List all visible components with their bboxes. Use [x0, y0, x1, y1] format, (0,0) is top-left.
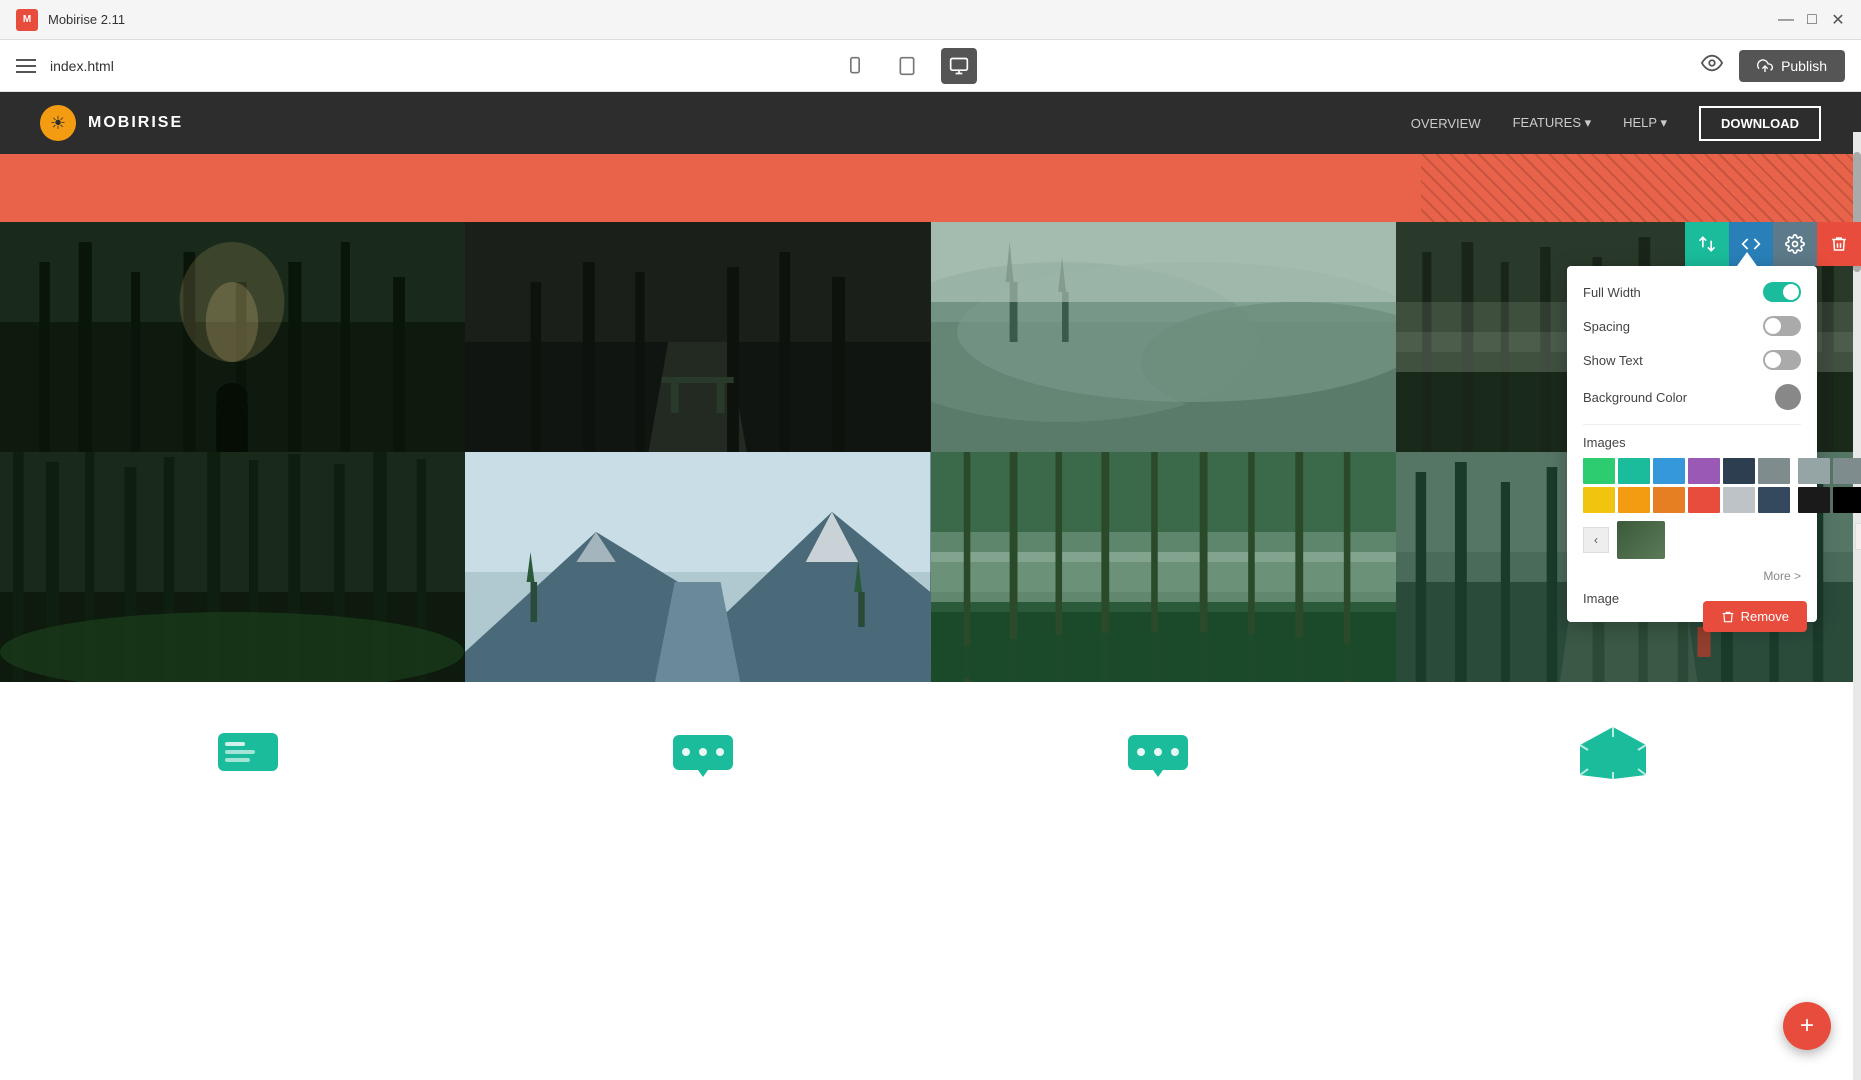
color-swatch[interactable] [1833, 487, 1861, 513]
color-swatch[interactable] [1688, 458, 1720, 484]
color-swatch[interactable] [1653, 487, 1685, 513]
gallery-image-2 [465, 222, 930, 452]
spacing-toggle[interactable] [1763, 316, 1801, 336]
gallery-cell-1 [0, 222, 465, 452]
remove-button[interactable]: Remove [1703, 601, 1807, 632]
more-colors-link[interactable]: More > [1583, 569, 1801, 583]
site-logo: MOBIRISE [40, 105, 183, 141]
bg-color-swatch[interactable] [1775, 384, 1801, 410]
site-nav-links: OVERVIEW FEATURES ▾ HELP ▾ DOWNLOAD [1411, 106, 1821, 141]
window-controls: — □ ✕ [1779, 13, 1845, 27]
color-swatch[interactable] [1618, 458, 1650, 484]
full-width-row: Full Width [1583, 282, 1801, 302]
color-input-row: ‹ [1583, 521, 1790, 559]
website-frame: MOBIRISE OVERVIEW FEATURES ▾ HELP ▾ DOWN… [0, 92, 1861, 1080]
bg-color-label: Background Color [1583, 390, 1687, 405]
spacing-label: Spacing [1583, 319, 1630, 334]
color-swatch[interactable] [1583, 487, 1615, 513]
bottom-section [0, 682, 1861, 822]
images-section-label: Images [1583, 435, 1801, 450]
add-section-button[interactable]: + [1783, 1002, 1831, 1050]
gallery-cell-3 [931, 222, 1396, 452]
icon-block-2 [668, 727, 738, 777]
toolbar-right: Publish [1701, 50, 1845, 82]
gallery-image-5 [0, 452, 465, 682]
color-swatch[interactable] [1798, 458, 1830, 484]
orange-stripe-pattern [1421, 154, 1861, 222]
color-swatch[interactable] [1758, 458, 1790, 484]
publish-button[interactable]: Publish [1739, 50, 1845, 82]
color-swatch[interactable] [1583, 458, 1615, 484]
color-prev-button[interactable]: ‹ [1583, 527, 1609, 553]
settings-button[interactable] [1773, 222, 1817, 266]
orange-section [0, 154, 1861, 222]
color-preview-thumb [1617, 521, 1665, 559]
toolbar: index.html Publish [0, 40, 1861, 92]
spacing-knob [1765, 318, 1781, 334]
divider-1 [1583, 424, 1801, 425]
gallery-image-3 [931, 222, 1396, 452]
delete-button[interactable] [1817, 222, 1861, 266]
icon-block-3 [1123, 727, 1193, 777]
site-logo-text: MOBIRISE [88, 114, 183, 132]
gallery-cell-2 [465, 222, 930, 452]
maximize-button[interactable]: □ [1805, 13, 1819, 27]
show-text-toggle[interactable] [1763, 350, 1801, 370]
device-switcher [837, 48, 977, 84]
title-bar-left: M Mobirise 2.11 [16, 9, 125, 31]
logo-sun-icon [40, 105, 76, 141]
color-swatch[interactable] [1618, 487, 1650, 513]
full-width-toggle[interactable] [1763, 282, 1801, 302]
icon-block-1 [213, 728, 283, 776]
color-swatch[interactable] [1723, 487, 1755, 513]
color-swatch[interactable] [1653, 458, 1685, 484]
gallery-image-1 [0, 222, 465, 452]
title-bar: M Mobirise 2.11 — □ ✕ [0, 0, 1861, 40]
spacing-row: Spacing [1583, 316, 1801, 336]
nav-download-button[interactable]: DOWNLOAD [1699, 106, 1821, 141]
full-width-label: Full Width [1583, 285, 1641, 300]
desktop-view-button[interactable] [941, 48, 977, 84]
gallery-cell-7 [931, 452, 1396, 682]
tablet-view-button[interactable] [889, 48, 925, 84]
mobile-view-button[interactable] [837, 48, 873, 84]
nav-help[interactable]: HELP ▾ [1623, 115, 1667, 131]
menu-button[interactable] [16, 59, 36, 73]
show-text-label: Show Text [1583, 353, 1643, 368]
scrollbar-track[interactable] [1853, 132, 1861, 1080]
gallery-image-7 [931, 452, 1396, 682]
gallery-image-6 [465, 452, 930, 682]
close-button[interactable]: ✕ [1831, 13, 1845, 27]
preview-button[interactable] [1701, 52, 1723, 79]
color-palette [1583, 458, 1790, 513]
show-text-knob [1765, 352, 1781, 368]
app-title: Mobirise 2.11 [48, 12, 125, 27]
gallery-cell-5 [0, 452, 465, 682]
remove-label: Remove [1741, 609, 1789, 624]
full-width-knob [1783, 284, 1799, 300]
site-nav: MOBIRISE OVERVIEW FEATURES ▾ HELP ▾ DOWN… [0, 92, 1861, 154]
settings-panel: Full Width Spacing Show Text Background … [1567, 266, 1817, 622]
color-palette-2 [1798, 458, 1861, 513]
color-swatch[interactable] [1798, 487, 1830, 513]
bg-color-row: Background Color [1583, 384, 1801, 410]
show-text-row: Show Text [1583, 350, 1801, 370]
file-name: index.html [50, 58, 114, 74]
rearrange-button[interactable] [1685, 222, 1729, 266]
block-toolbar [1685, 222, 1861, 266]
panel-arrow [1737, 252, 1757, 266]
publish-label: Publish [1781, 58, 1827, 74]
color-swatch[interactable] [1758, 487, 1790, 513]
toolbar-left: index.html [16, 58, 114, 74]
minimize-button[interactable]: — [1779, 13, 1793, 27]
nav-features[interactable]: FEATURES ▾ [1513, 115, 1592, 131]
color-swatch[interactable] [1688, 487, 1720, 513]
app-logo: M [16, 9, 38, 31]
color-hex-value[interactable]: #553982 [1855, 523, 1861, 550]
color-swatch[interactable] [1723, 458, 1755, 484]
gallery-cell-6 [465, 452, 930, 682]
icon-block-4 [1578, 725, 1648, 780]
nav-overview[interactable]: OVERVIEW [1411, 116, 1481, 131]
color-swatch[interactable] [1833, 458, 1861, 484]
